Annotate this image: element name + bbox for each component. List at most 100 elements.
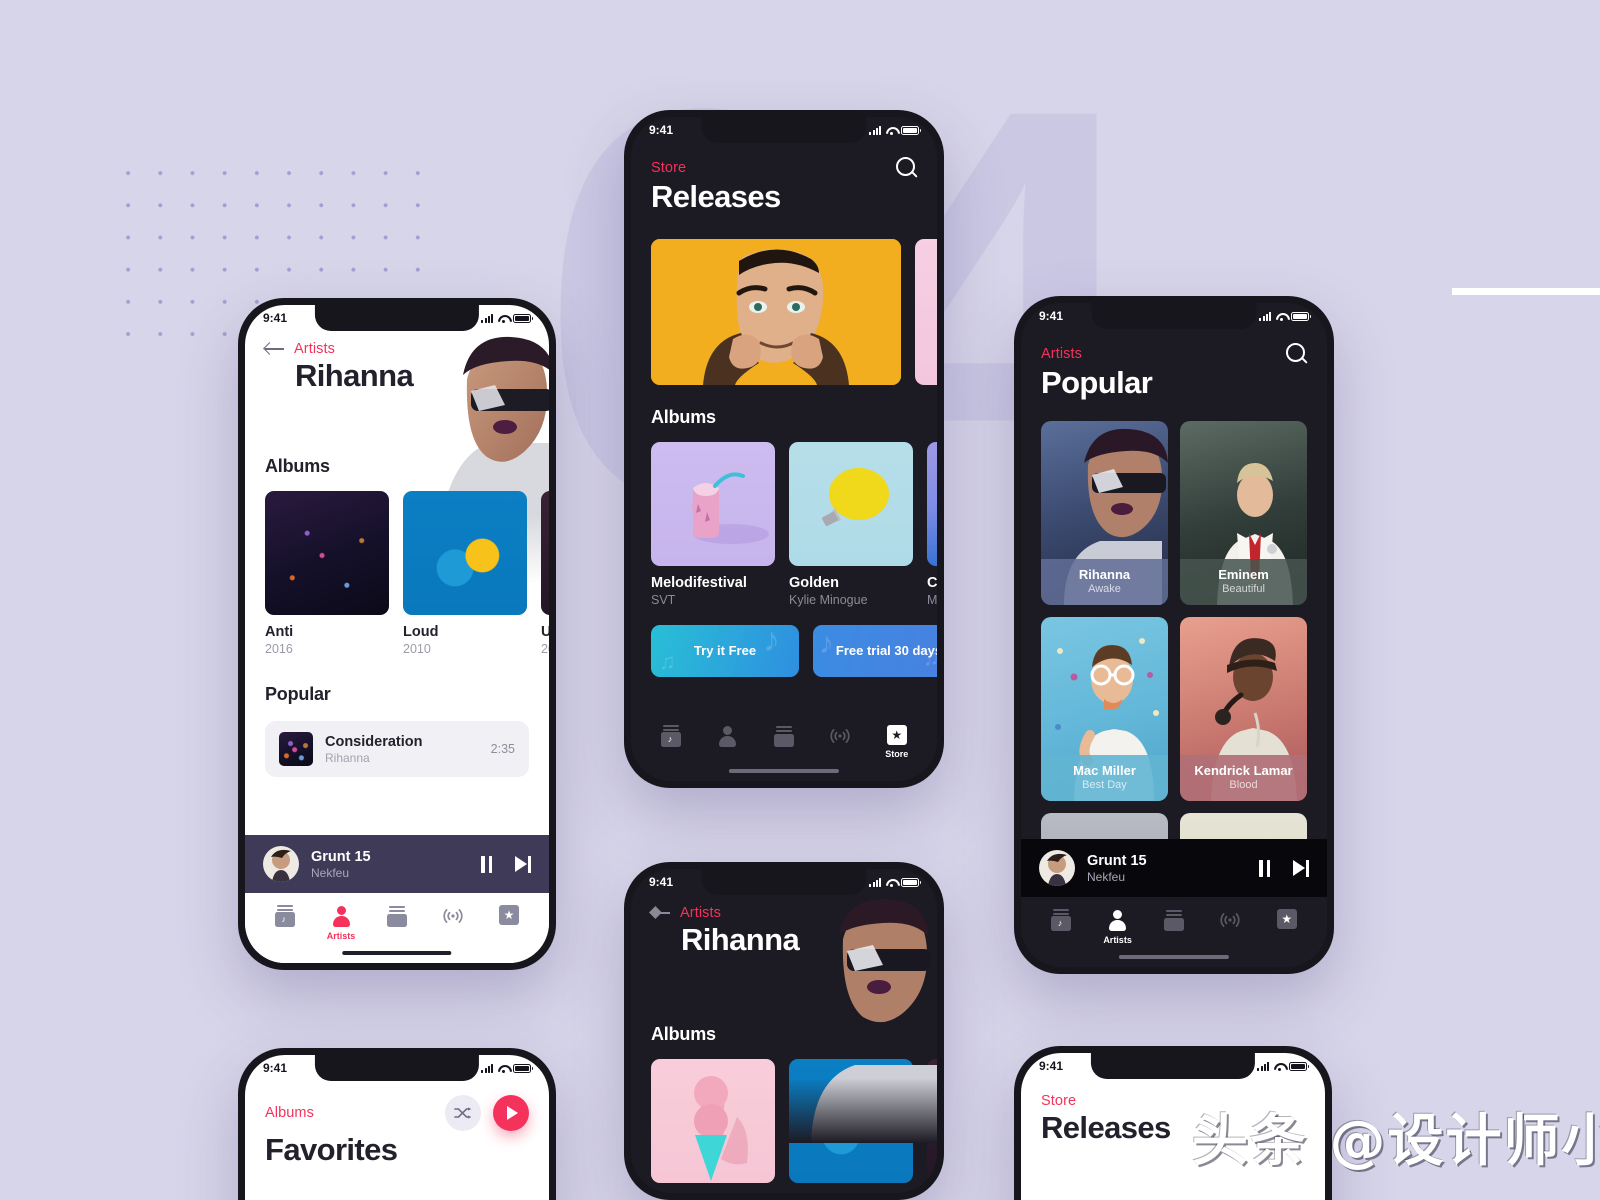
back-arrow-icon[interactable] (265, 342, 284, 356)
tab-artists[interactable]: Artists (321, 905, 361, 941)
tab-favorites[interactable]: ★ (1267, 909, 1307, 929)
wifi-icon (1275, 312, 1287, 321)
album-card[interactable] (651, 1059, 775, 1183)
artist-header: Artists Rihanna (631, 895, 937, 958)
tab-artists[interactable] (708, 725, 748, 747)
albums-carousel[interactable]: Melodifestival SVT Golden Kylie Minogue (631, 428, 937, 607)
tab-songs[interactable]: ♪ (651, 725, 691, 747)
album-card[interactable]: Un 201 (541, 491, 549, 656)
mini-player[interactable]: Grunt 15 Nekfeu (245, 835, 549, 893)
next-track-icon[interactable] (1293, 859, 1309, 877)
pause-icon[interactable] (481, 855, 495, 873)
tab-radio[interactable] (1210, 909, 1250, 931)
favorites-header: Albums Favorites (245, 1081, 549, 1168)
person-icon (719, 725, 737, 747)
album-name: Loud (403, 624, 439, 640)
tab-radio[interactable] (820, 725, 860, 747)
phone-artist-dark: 9:41 Artists Rihanna Albums (624, 862, 944, 1200)
album-card[interactable]: Loud 2010 (403, 491, 527, 656)
albums-carousel[interactable]: Anti 2016 Loud 2010 Un 201 (265, 491, 549, 656)
cellular-signal-icon (481, 1063, 493, 1073)
tab-store[interactable]: ★ Store (877, 725, 917, 759)
promo-label: Free trial 30 days (835, 642, 937, 658)
search-icon[interactable] (896, 157, 917, 178)
play-button[interactable] (493, 1095, 529, 1131)
header-eyebrow[interactable]: Artists (680, 905, 721, 921)
radio-icon (441, 905, 465, 927)
tab-albums[interactable] (764, 725, 804, 747)
wifi-icon (497, 1064, 509, 1073)
search-icon[interactable] (1286, 343, 1307, 364)
battery-icon (901, 125, 922, 135)
artist-song: Best Day (1082, 779, 1127, 791)
artist-card[interactable]: Mac Miller Best Day (1041, 617, 1168, 801)
album-artist: SVT (651, 593, 676, 607)
home-indicator (728, 769, 840, 773)
back-arrow-icon[interactable] (651, 906, 670, 920)
page-title: Rihanna (681, 922, 800, 957)
tab-radio[interactable] (433, 905, 473, 927)
tab-favorites[interactable]: ★ (489, 905, 529, 925)
songs-icon: ♪ (275, 905, 295, 927)
radio-icon (828, 725, 852, 747)
releases-header: Store Releases (1021, 1079, 1325, 1146)
star-icon: ★ (886, 725, 907, 745)
album-card[interactable] (789, 1059, 913, 1183)
artist-card[interactable]: Eminem Beautiful (1180, 421, 1307, 605)
artist-name: Rihanna (1078, 567, 1131, 582)
white-rule-decoration (1452, 288, 1600, 295)
promo-card[interactable]: ♪ ♫ Free trial 30 days (813, 625, 937, 677)
screen-artist-dark: 9:41 Artists Rihanna Albums (631, 869, 937, 1193)
tab-songs[interactable]: ♪ (1041, 909, 1081, 931)
artist-card[interactable]: Rihanna Awake (1041, 421, 1168, 605)
album-name: Un (541, 624, 549, 640)
track-title: Consideration (325, 733, 423, 750)
header-eyebrow[interactable]: Albums (265, 1105, 314, 1121)
album-card[interactable]: Golden Kylie Minogue (789, 442, 913, 607)
album-card[interactable] (927, 1059, 937, 1183)
phone-artist-light: 9:41 Artists Rihanna Albums Anti 2016 Lo… (238, 298, 556, 970)
track-duration: 2:35 (490, 742, 515, 756)
album-name: Cyb (927, 575, 937, 591)
home-indicator (1118, 955, 1230, 959)
featured-carousel[interactable] (631, 215, 937, 385)
wifi-icon (885, 878, 897, 887)
tab-albums[interactable] (1154, 909, 1194, 931)
artist-name: Kendrick Lamar (1194, 763, 1293, 778)
promo-card[interactable]: ♪ ♫ Try it Free (651, 625, 799, 677)
tab-albums[interactable] (377, 905, 417, 927)
popular-artist-grid[interactable]: Rihanna Awake Eminem Beautiful Mac Mille… (1021, 401, 1327, 903)
artist-song: Beautiful (1222, 583, 1265, 595)
featured-card[interactable] (651, 239, 901, 385)
tab-label: Artists (326, 931, 356, 941)
pause-icon[interactable] (1259, 859, 1273, 877)
album-name: Melodifestival (651, 575, 747, 591)
header-eyebrow[interactable]: Store (1041, 1093, 1076, 1109)
artist-card[interactable]: Kendrick Lamar Blood (1180, 617, 1307, 801)
header-eyebrow[interactable]: Store (651, 160, 686, 176)
artist-song: Awake (1088, 583, 1121, 595)
shuffle-button[interactable] (445, 1095, 481, 1131)
notch (314, 305, 480, 331)
featured-card[interactable] (915, 239, 937, 385)
now-playing-artist: Nekfeu (1087, 869, 1126, 884)
header-eyebrow[interactable]: Artists (294, 341, 335, 357)
cellular-signal-icon (1259, 311, 1271, 321)
phone-favorites-light: 9:41 Albums Favorites (238, 1048, 556, 1200)
album-card[interactable]: Cyb Muti (927, 442, 937, 607)
status-time: 9:41 (263, 1061, 288, 1075)
next-track-icon[interactable] (515, 855, 531, 873)
tab-artists[interactable]: Artists (1098, 909, 1138, 945)
wifi-icon (1273, 1062, 1285, 1071)
battery-icon (513, 313, 534, 323)
album-card[interactable]: Melodifestival SVT (651, 442, 775, 607)
promo-carousel[interactable]: ♪ ♫ Try it Free ♪ ♫ Free trial 30 days (631, 607, 937, 677)
mini-player[interactable]: Grunt 15 Nekfeu (1021, 839, 1327, 897)
album-card[interactable]: Anti 2016 (265, 491, 389, 656)
tab-songs[interactable]: ♪ (265, 905, 305, 927)
now-playing-avatar (263, 846, 299, 882)
header-eyebrow[interactable]: Artists (1041, 346, 1082, 362)
battery-icon (1289, 1061, 1310, 1071)
albums-carousel[interactable] (631, 1045, 937, 1183)
track-row[interactable]: Consideration Rihanna 2:35 (265, 721, 529, 777)
